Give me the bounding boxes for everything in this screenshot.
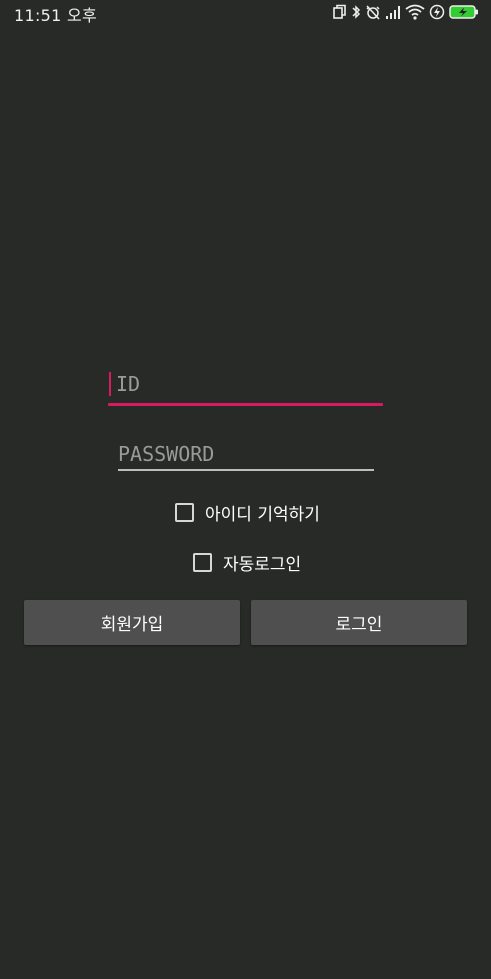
remember-id-checkbox-row[interactable]: 아이디 기억하기 — [175, 499, 320, 525]
signup-button[interactable]: 회원가입 — [24, 600, 240, 645]
id-field[interactable] — [108, 366, 384, 406]
wifi-icon — [405, 4, 425, 20]
remember-id-checkbox[interactable] — [175, 502, 194, 522]
id-underline — [108, 403, 383, 406]
password-underline — [118, 469, 374, 471]
auto-login-checkbox[interactable] — [193, 552, 212, 572]
auto-login-checkbox-row[interactable]: 자동로그인 — [193, 549, 301, 575]
signal-icon — [385, 4, 401, 20]
battery-charging-icon — [449, 4, 479, 20]
auto-login-label[interactable]: 자동로그인 — [223, 550, 301, 575]
password-field[interactable] — [118, 436, 374, 472]
data-saver-icon — [429, 4, 445, 20]
copy-icon — [333, 4, 347, 20]
password-input[interactable] — [118, 436, 374, 472]
text-cursor — [109, 372, 111, 396]
remember-id-label[interactable]: 아이디 기억하기 — [205, 500, 320, 525]
id-input[interactable] — [108, 366, 384, 402]
status-bar: 11:51 오후 — [0, 0, 491, 25]
bluetooth-icon — [351, 4, 361, 20]
status-time: 11:51 오후 — [14, 6, 98, 25]
login-button[interactable]: 로그인 — [251, 600, 467, 645]
login-screen: 11:51 오후 ID 아이디 기억하기 자동로그인 회원가입 로그인 — [0, 0, 491, 979]
alarm-off-icon — [365, 4, 381, 20]
status-icons — [333, 2, 479, 22]
